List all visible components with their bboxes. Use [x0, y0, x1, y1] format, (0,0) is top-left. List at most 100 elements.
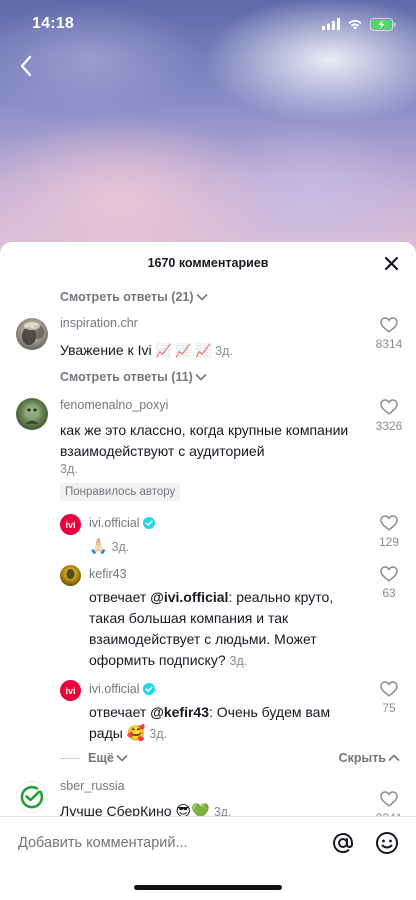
heart-icon	[380, 317, 398, 333]
like-button[interactable]: 75	[374, 681, 404, 715]
wifi-icon	[348, 19, 362, 30]
heart-icon	[380, 399, 398, 415]
heart-icon	[380, 791, 398, 807]
comment-input-bar	[0, 816, 416, 868]
comment-time: 3д.	[149, 727, 167, 741]
view-replies-button[interactable]: Смотреть ответы (11)	[60, 370, 207, 384]
avatar[interactable]	[16, 781, 48, 813]
battery-charging-icon	[370, 17, 396, 31]
hide-replies-button[interactable]: Скрыть	[339, 751, 400, 765]
comment-text: отвечает @ivi.official: реально круто, т…	[89, 587, 359, 672]
like-button[interactable]: 2241	[374, 791, 404, 816]
view-replies-label: Смотреть ответы (21)	[60, 290, 194, 304]
more-label: Ещё	[88, 751, 114, 765]
mention-link[interactable]: @kefir43	[150, 704, 209, 720]
chevron-down-icon	[195, 373, 207, 381]
emoji-button[interactable]	[374, 830, 400, 856]
comments-list: Смотреть ответы (21) inspiration.chr Ува…	[0, 284, 416, 816]
comment-username[interactable]: fenomenalno_poxyi	[60, 398, 168, 412]
sheet-header: 1670 комментариев	[0, 242, 416, 284]
status-time: 14:18	[32, 15, 74, 32]
liked-by-creator-badge: Понравилось автору	[60, 483, 181, 501]
comment-time: 3д.	[229, 654, 248, 668]
chevron-down-icon	[195, 293, 208, 301]
comments-count-title: 1670 комментариев	[147, 256, 269, 270]
back-button[interactable]	[12, 50, 40, 82]
heart-icon	[380, 566, 398, 582]
comment-text: отвечает @kefir43: Очень будем вам рады …	[89, 702, 359, 745]
view-replies-label: Смотреть ответы (11)	[60, 370, 193, 384]
username-text: kefir43	[89, 567, 127, 581]
avatar[interactable]	[60, 565, 81, 586]
mention-link[interactable]: @ivi.official	[150, 589, 228, 605]
comment-username[interactable]: sber_russia	[60, 779, 125, 793]
comment-text: как же это классно, когда крупные компан…	[60, 420, 360, 462]
chevron-up-icon	[388, 754, 400, 762]
status-icons	[322, 17, 396, 31]
like-button[interactable]: 8314	[374, 317, 404, 351]
home-indicator	[134, 885, 282, 890]
comment-body: Лучше СберКино	[60, 803, 172, 816]
username-text: sber_russia	[60, 779, 125, 793]
username-text: ivi.official	[89, 682, 140, 696]
chevron-down-icon	[116, 754, 128, 762]
close-button[interactable]	[382, 254, 400, 272]
like-button[interactable]: 129	[374, 515, 404, 549]
status-bar: 14:18	[0, 0, 416, 48]
heart-face-emoji-icon: 🥰	[126, 725, 146, 742]
like-count: 75	[382, 701, 396, 715]
like-count: 8314	[375, 337, 403, 351]
heart-icon	[380, 515, 398, 531]
comment-time: 3д.	[215, 344, 233, 358]
comment-text: Лучше СберКино 😎💚 3д.	[60, 801, 231, 816]
like-button[interactable]: 63	[374, 566, 404, 600]
sber-logo-icon	[20, 785, 44, 809]
username-text: inspiration.chr	[60, 316, 138, 330]
avatar-image-icon	[25, 405, 39, 424]
avatar-image-icon	[22, 322, 44, 345]
comment-input[interactable]	[18, 834, 330, 851]
reply-prefix: отвечает	[89, 589, 151, 605]
heart-icon	[380, 681, 398, 697]
comment-body: Уважение к Ivi	[60, 342, 152, 358]
avatar[interactable]: ivi	[60, 680, 81, 701]
comment-username[interactable]: inspiration.chr	[60, 316, 138, 330]
comment-time: 3д.	[60, 462, 78, 476]
reply-prefix: отвечает	[89, 704, 151, 720]
comment-username[interactable]: kefir43	[89, 567, 127, 581]
comment-time: 3д.	[111, 540, 130, 554]
divider-line	[60, 757, 80, 759]
comment-username[interactable]: ivi.official	[89, 682, 156, 696]
comments-sheet: 1670 комментариев Смотреть ответы (21) i…	[0, 242, 416, 900]
like-count: 63	[382, 586, 396, 600]
ivi-logo-text: ivi	[65, 685, 76, 696]
view-replies-button[interactable]: Смотреть ответы (21)	[60, 290, 208, 304]
avatar[interactable]: ivi	[60, 514, 81, 535]
username-text: ivi.official	[89, 516, 140, 530]
hide-label: Скрыть	[338, 751, 386, 765]
pray-emoji-icon: 🙏🏻	[89, 538, 108, 555]
comment-username[interactable]: ivi.official	[89, 516, 156, 530]
verified-badge-icon	[143, 517, 156, 529]
comment-text: 🙏🏻 3д.	[89, 536, 129, 558]
mention-button[interactable]	[330, 830, 356, 856]
at-sign-icon	[333, 832, 353, 853]
verified-badge-icon	[143, 683, 156, 695]
like-button[interactable]: 3326	[374, 399, 404, 433]
ivi-logo-text: ivi	[65, 519, 76, 530]
comment-text: Уважение к Ivi 📈 📈 📈 3д.	[60, 340, 360, 362]
smiley-icon	[376, 831, 398, 854]
avatar-image-icon	[66, 569, 75, 579]
username-text: fenomenalno_poxyi	[60, 398, 169, 412]
chevron-left-icon	[20, 55, 32, 77]
comment-body: как же это классно, когда крупные компан…	[60, 422, 349, 459]
like-count: 3326	[375, 419, 403, 433]
more-replies-button[interactable]: Ещё	[88, 751, 128, 765]
signal-icon	[322, 18, 340, 30]
chart-emoji-icon: 📈 📈 📈	[155, 343, 212, 358]
like-count: 129	[378, 535, 400, 549]
comment-time: 3д.	[213, 805, 232, 816]
avatar[interactable]	[16, 318, 48, 350]
sunglasses-heart-emoji-icon: 😎💚	[175, 803, 210, 816]
avatar[interactable]	[16, 398, 48, 430]
